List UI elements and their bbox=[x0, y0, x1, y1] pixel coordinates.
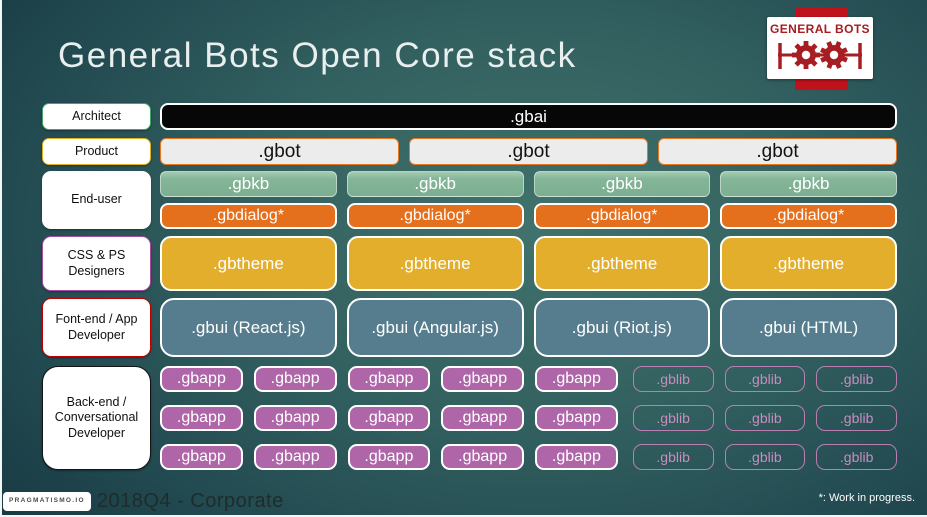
gblib-box: .gblib bbox=[632, 444, 714, 470]
gbai-box: .gbai bbox=[160, 103, 897, 130]
gblib-box: .gblib bbox=[724, 366, 806, 392]
gbapp-box: .gbapp bbox=[160, 366, 243, 392]
row-architect: Architect .gbai bbox=[42, 103, 897, 130]
row-enduser: End-user .gbkb .gbkb .gbkb .gbkb .gbdial… bbox=[42, 171, 897, 229]
row-designers: CSS & PS Designers .gbtheme .gbtheme .gb… bbox=[42, 236, 897, 291]
stack-diagram: Architect .gbai Product .gbot .gbot .gbo… bbox=[42, 103, 897, 470]
gblib-box: .gblib bbox=[816, 366, 897, 392]
general-bots-logo: GENERAL BOTS bbox=[767, 17, 873, 79]
slide-left-edge bbox=[0, 0, 2, 517]
gbdialog-box: .gbdialog* bbox=[720, 203, 897, 229]
gbapp-box: .gbapp bbox=[160, 444, 243, 470]
gbkb-box: .gbkb bbox=[533, 171, 711, 197]
footer: PRAGMATISMO.IO 2018Q4 - Corporate bbox=[3, 490, 284, 513]
gbdialog-box: .gbdialog* bbox=[533, 203, 711, 229]
gbapp-box: .gbapp bbox=[535, 444, 618, 470]
gbdialog-box: .gbdialog* bbox=[160, 203, 337, 229]
row-label-architect: Architect bbox=[42, 103, 151, 130]
logo-wordmark: GENERAL BOTS bbox=[770, 22, 870, 36]
gbot-box: .gbot bbox=[409, 138, 648, 165]
gblib-box: .gblib bbox=[724, 444, 806, 470]
gbapp-box: .gbapp bbox=[441, 444, 524, 470]
gbtheme-box: .gbtheme bbox=[533, 236, 711, 291]
row-label-enduser: End-user bbox=[42, 171, 151, 229]
gbui-angular-box: .gbui (Angular.js) bbox=[346, 298, 524, 357]
gbapp-box: .gbapp bbox=[347, 444, 431, 470]
gbapp-box: .gbapp bbox=[160, 405, 243, 431]
gbapp-box: .gbapp bbox=[441, 405, 524, 431]
gbapp-box: .gbapp bbox=[253, 366, 337, 392]
gbkb-box: .gbkb bbox=[160, 171, 337, 197]
gbui-riot-box: .gbui (Riot.js) bbox=[533, 298, 711, 357]
row-product: Product .gbot .gbot .gbot bbox=[42, 138, 897, 165]
gbtheme-box: .gbtheme bbox=[160, 236, 337, 291]
row-label-backend: Back-end / Conversational Developer bbox=[42, 366, 151, 470]
gbot-box: .gbot bbox=[658, 138, 897, 165]
footer-classification: 2018Q4 - Corporate bbox=[96, 490, 284, 512]
gblib-box: .gblib bbox=[816, 444, 897, 470]
gbtheme-box: .gbtheme bbox=[720, 236, 897, 291]
gblib-box: .gblib bbox=[724, 405, 806, 431]
presentation-slide: General Bots Open Core stack GENERAL BOT… bbox=[0, 0, 927, 517]
pragmatismo-badge: PRAGMATISMO.IO bbox=[3, 492, 91, 511]
gbapp-box: .gbapp bbox=[441, 366, 524, 392]
gblib-box: .gblib bbox=[632, 405, 714, 431]
row-backend: Back-end / Conversational Developer .gba… bbox=[42, 366, 897, 470]
gbapp-box: .gbapp bbox=[253, 405, 337, 431]
row-label-product: Product bbox=[42, 138, 151, 165]
two-gears-icon bbox=[778, 41, 862, 69]
row-frontend: Font-end / App Developer .gbui (React.js… bbox=[42, 298, 897, 357]
gbapp-box: .gbapp bbox=[347, 405, 431, 431]
gbdialog-box: .gbdialog* bbox=[346, 203, 524, 229]
gblib-box: .gblib bbox=[816, 405, 897, 431]
page-title: General Bots Open Core stack bbox=[58, 36, 577, 75]
gbui-html-box: .gbui (HTML) bbox=[720, 298, 897, 357]
gbtheme-box: .gbtheme bbox=[346, 236, 524, 291]
row-label-designers: CSS & PS Designers bbox=[42, 236, 151, 291]
row-label-frontend: Font-end / App Developer bbox=[42, 298, 151, 357]
gbkb-box: .gbkb bbox=[346, 171, 524, 197]
gbapp-box: .gbapp bbox=[253, 444, 337, 470]
gblib-box: .gblib bbox=[632, 366, 714, 392]
gbapp-box: .gbapp bbox=[535, 366, 618, 392]
gbapp-box: .gbapp bbox=[347, 366, 431, 392]
gbkb-box: .gbkb bbox=[720, 171, 897, 197]
work-in-progress-footnote: *: Work in progress. bbox=[818, 492, 915, 504]
gbui-react-box: .gbui (React.js) bbox=[160, 298, 337, 357]
gbapp-box: .gbapp bbox=[535, 405, 618, 431]
gbot-box: .gbot bbox=[160, 138, 399, 165]
